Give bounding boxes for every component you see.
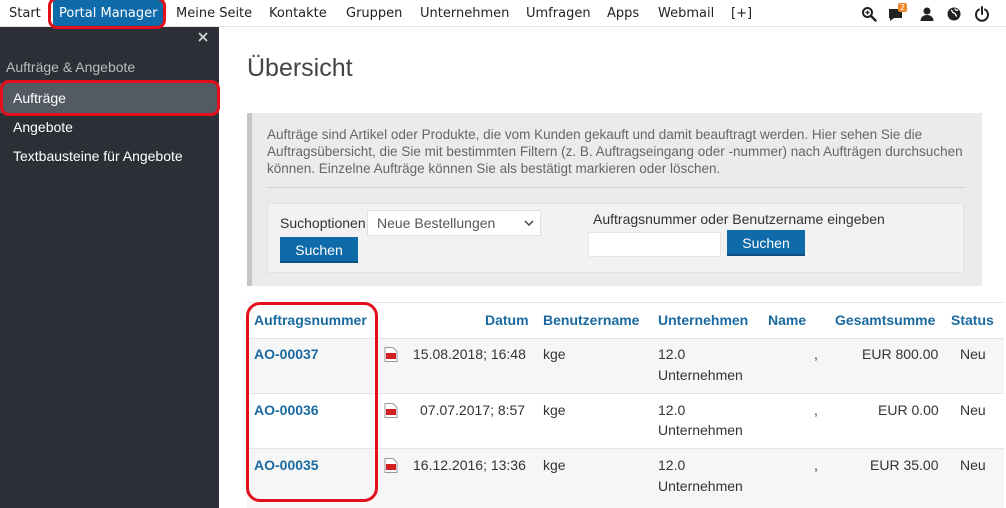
order-number-link[interactable]: AO-00036 (254, 400, 319, 421)
col-header-benutzername[interactable]: Benutzername (543, 302, 639, 338)
top-navigation: Start Portal Manager Meine Seite Kontakt… (0, 0, 1006, 27)
order-number-link[interactable]: AO-00035 (254, 455, 319, 476)
nav-add-more[interactable]: [+] (731, 0, 752, 27)
sidebar-item-auftraege[interactable]: Aufträge (0, 83, 219, 113)
nav-kontakte[interactable]: Kontakte (269, 0, 327, 27)
order-date: 07.07.2017; 8:57 (420, 402, 526, 418)
sidebar-item-angebote[interactable]: Angebote (0, 112, 219, 142)
order-total: EUR 0.00 (878, 402, 939, 418)
messages[interactable]: 2 (888, 0, 910, 27)
order-name: , (814, 457, 818, 473)
globe-icon[interactable] (946, 6, 962, 22)
page-title: Übersicht (247, 54, 353, 82)
nav-portal-manager[interactable]: Portal Manager (53, 0, 164, 27)
nav-umfragen[interactable]: Umfragen (526, 0, 591, 27)
order-username: kge (543, 346, 566, 362)
order-company-line2: Unternehmen (658, 478, 743, 494)
divider (267, 187, 964, 188)
nav-meine-seite[interactable]: Meine Seite (176, 0, 252, 27)
search-zoom-icon[interactable] (861, 6, 877, 22)
order-search-button[interactable]: Suchen (727, 230, 805, 256)
filter-panel: Aufträge sind Artikel oder Produkte, die… (247, 113, 982, 286)
order-company-line1: 12.0 (658, 457, 686, 473)
page-description: Aufträge sind Artikel oder Produkte, die… (267, 127, 963, 176)
col-header-auftragsnummer[interactable]: Auftragsnummer (254, 302, 367, 338)
search-button[interactable]: Suchen (280, 237, 358, 263)
nav-unternehmen[interactable]: Unternehmen (420, 0, 509, 27)
user-icon[interactable] (919, 6, 935, 22)
search-options-value: Neue Bestellungen (377, 215, 496, 231)
search-options-label: Suchoptionen (280, 215, 366, 231)
order-search-label: Auftragsnummer oder Benutzername eingebe… (593, 211, 885, 227)
power-icon[interactable] (974, 6, 990, 22)
order-username: kge (543, 457, 566, 473)
order-total: EUR 35.00 (870, 457, 939, 473)
order-name: , (814, 346, 818, 362)
order-search-input[interactable] (588, 232, 721, 257)
order-total: EUR 800.00 (862, 346, 939, 362)
nav-apps[interactable]: Apps (607, 0, 639, 27)
close-icon[interactable] (196, 30, 210, 44)
pdf-icon[interactable] (384, 403, 398, 418)
pdf-icon[interactable] (384, 458, 398, 473)
col-header-unternehmen[interactable]: Unternehmen (658, 302, 748, 338)
col-header-name[interactable]: Name (768, 302, 806, 338)
order-username: kge (543, 402, 566, 418)
message-count-badge: 2 (898, 3, 908, 12)
order-company-line1: 12.0 (658, 402, 686, 418)
sidebar-heading: Aufträge & Angebote (6, 59, 136, 75)
sidebar-item-textbausteine[interactable]: Textbausteine für Angebote (0, 141, 219, 171)
pdf-icon[interactable] (384, 347, 398, 362)
order-status: Neu (960, 402, 986, 418)
nav-gruppen[interactable]: Gruppen (346, 0, 402, 27)
search-options-select[interactable]: Neue Bestellungen (367, 210, 541, 236)
order-status: Neu (960, 346, 986, 362)
order-company-line1: 12.0 (658, 346, 686, 362)
order-date: 15.08.2018; 16:48 (413, 346, 526, 362)
order-number-link[interactable]: AO-00037 (254, 344, 319, 365)
col-header-status[interactable]: Status (951, 302, 994, 338)
order-status: Neu (960, 457, 986, 473)
col-header-datum[interactable]: Datum (485, 302, 529, 338)
order-name: , (814, 402, 818, 418)
order-company-line2: Unternehmen (658, 367, 743, 383)
nav-webmail[interactable]: Webmail (658, 0, 714, 27)
order-date: 16.12.2016; 13:36 (413, 457, 526, 473)
sidebar: Aufträge & Angebote Aufträge Angebote Te… (0, 27, 219, 508)
nav-start[interactable]: Start (9, 0, 41, 27)
search-filter-box: Suchoptionen Neue Bestellungen Suchen Au… (267, 203, 964, 273)
order-company-line2: Unternehmen (658, 422, 743, 438)
col-header-gesamtsumme[interactable]: Gesamtsumme (835, 302, 935, 338)
chevron-down-icon (524, 220, 534, 227)
